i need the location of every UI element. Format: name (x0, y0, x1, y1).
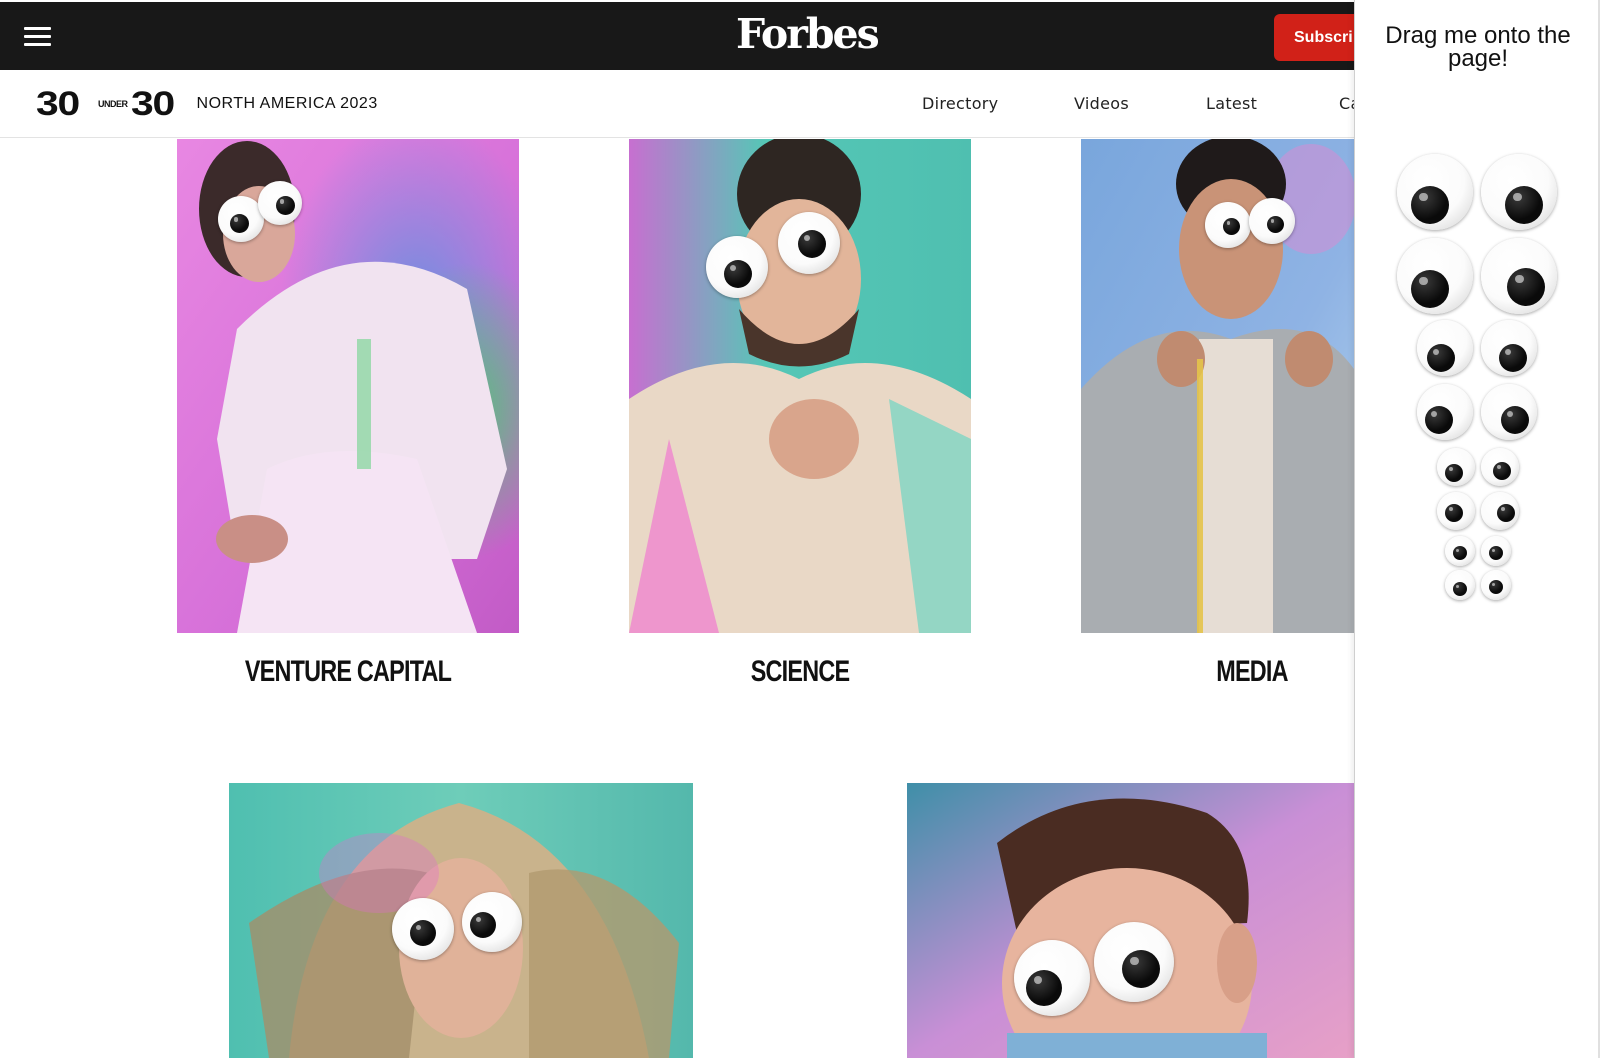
googly-eye-medium[interactable] (1417, 320, 1473, 376)
googly-eye-small[interactable] (1437, 492, 1475, 530)
googly-eye-tiny[interactable] (1445, 536, 1475, 566)
nav-link-latest[interactable]: Latest (1206, 94, 1257, 113)
googly-eye-tiny[interactable] (1445, 570, 1475, 600)
googly-eye[interactable] (462, 892, 522, 952)
googly-eye[interactable] (1205, 202, 1251, 248)
googly-eye[interactable] (706, 236, 768, 298)
googly-eye[interactable] (1249, 198, 1295, 244)
category-label-venture-capital[interactable]: VENTURE CAPITAL (231, 655, 465, 689)
forbes-logo[interactable]: Forbes (736, 10, 880, 58)
googly-eye-tiny[interactable] (1481, 570, 1511, 600)
googly-eye-large[interactable] (1397, 238, 1473, 314)
category-label-science[interactable]: SCIENCE (683, 655, 917, 689)
googly-eye-panel: Drag me onto the page! (1354, 0, 1600, 1058)
googly-eye-medium[interactable] (1481, 320, 1537, 376)
googly-eye-small[interactable] (1481, 492, 1519, 530)
profile-photo-4[interactable] (229, 783, 693, 1058)
googly-eye[interactable] (778, 212, 840, 274)
googly-eye-large[interactable] (1397, 154, 1473, 230)
googly-eye-small[interactable] (1437, 448, 1475, 486)
googly-eye-medium[interactable] (1417, 384, 1473, 440)
hamburger-icon[interactable] (24, 26, 51, 48)
googly-eye-tiny[interactable] (1481, 536, 1511, 566)
googly-eye-large[interactable] (1481, 238, 1557, 314)
category-label-media[interactable]: MEDIA (1135, 655, 1369, 689)
googly-eye-large[interactable] (1481, 154, 1557, 230)
profile-photo-5[interactable] (907, 783, 1354, 1058)
googly-eye[interactable] (1014, 940, 1090, 1016)
panel-title: Drag me onto the page! (1385, 22, 1571, 72)
googly-eye[interactable] (258, 181, 302, 225)
nav-link-videos[interactable]: Videos (1074, 94, 1129, 113)
googly-eye-medium[interactable] (1481, 384, 1537, 440)
page: Forbes Subscri 30 UNDER 30 NORTH AMERICA… (0, 0, 1600, 1058)
googly-eye[interactable] (392, 898, 454, 960)
googly-eye-small[interactable] (1481, 448, 1519, 486)
googly-eye[interactable] (1094, 922, 1174, 1002)
nav-link-directory[interactable]: Directory (922, 94, 998, 113)
